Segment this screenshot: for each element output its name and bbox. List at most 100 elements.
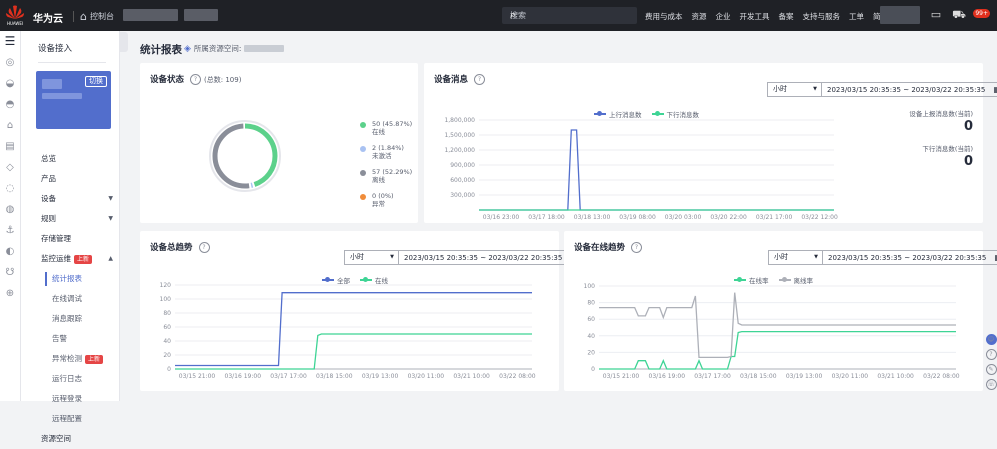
granularity-select[interactable]: 小时 ▼ bbox=[344, 250, 399, 265]
nav-enterprise[interactable]: 企业 bbox=[716, 11, 731, 22]
date-range-picker[interactable]: 2023/03/15 20:35:35 ~ 2023/03/22 20:35:3… bbox=[399, 250, 584, 265]
total-trend-chart: 0 20 40 60 80 100 120 03/15 21:00 03/16 19:00 03/… bbox=[160, 282, 536, 380]
sidebar-collapse-handle[interactable] bbox=[120, 32, 128, 52]
instance-card[interactable]: 切换 bbox=[36, 71, 111, 129]
legend-dot bbox=[360, 122, 366, 128]
y-tick-label: 900,000 bbox=[450, 162, 475, 169]
sidebar: 设备接入 切换 总览 产品 设备 ▼ 规则 ▼ 存储管理 监控运维 上新 ▲ 统计报表 在线调试 消息跟… bbox=[21, 31, 120, 443]
service-icon-9[interactable]: ⚓ bbox=[0, 220, 20, 241]
chat-icon[interactable]: ☏ bbox=[985, 379, 997, 390]
menu-icon[interactable]: ☰ bbox=[0, 31, 20, 52]
sidebar-item[interactable]: 远程配置 bbox=[21, 409, 119, 429]
legend-item[interactable]: 50 (45.87%) 在线 bbox=[360, 120, 412, 136]
sidebar-item[interactable]: 异常检测 上新 bbox=[21, 349, 119, 369]
region-selector[interactable] bbox=[123, 9, 178, 21]
help-icon[interactable]: ? bbox=[190, 74, 202, 85]
service-icon-1[interactable]: ◎ bbox=[0, 52, 20, 73]
sidebar-item[interactable]: 设备 ▼ bbox=[21, 189, 119, 209]
console-link[interactable]: ⌂ 控制台 bbox=[80, 10, 114, 23]
sidebar-item-label: 设备 bbox=[41, 194, 56, 203]
nav-filing[interactable]: 备案 bbox=[779, 11, 794, 22]
search-input[interactable]: 搜索 ⌕ bbox=[502, 7, 637, 24]
service-icon-12[interactable]: ⊕ bbox=[0, 283, 20, 304]
sidebar-item[interactable]: 存储管理 bbox=[21, 229, 119, 249]
cart-icon[interactable]: ⛟ bbox=[952, 8, 966, 23]
feedback-icon[interactable]: ✎ bbox=[985, 364, 997, 375]
legend-item[interactable]: 0 (0%) 异常 bbox=[360, 192, 412, 208]
nav-devtools[interactable]: 开发工具 bbox=[740, 11, 770, 22]
status-legend: 50 (45.87%) 在线 2 (1.84%) 未激活 57 (52.29%) 离线 0 … bbox=[360, 120, 412, 216]
sidebar-item[interactable]: 运行日志 bbox=[21, 369, 119, 389]
service-icon-5[interactable]: ▤ bbox=[0, 136, 20, 157]
granularity-select[interactable]: 小时 ▼ bbox=[767, 82, 822, 97]
x-tick-label: 03/19 08:00 bbox=[619, 214, 656, 221]
assistant-icon[interactable]: ☺ bbox=[985, 334, 997, 345]
y-tick-label: 100 bbox=[584, 283, 596, 290]
nav-resources[interactable]: 资源 bbox=[692, 11, 707, 22]
legend-item[interactable]: 57 (52.29%) 离线 bbox=[360, 168, 412, 184]
y-tick-label: 120 bbox=[160, 282, 172, 289]
sidebar-item[interactable]: 总览 bbox=[21, 149, 119, 169]
sidebar-item[interactable]: 统计报表 bbox=[21, 269, 119, 289]
y-tick-label: 20 bbox=[163, 352, 171, 359]
search-icon[interactable]: ⌕ bbox=[510, 8, 631, 22]
service-icon-11[interactable]: ☋ bbox=[0, 262, 20, 283]
sidebar-item[interactable]: 告警 bbox=[21, 329, 119, 349]
notification-badge: 99+ bbox=[973, 9, 990, 18]
x-tick-label: 03/17 18:00 bbox=[528, 214, 565, 221]
nav-tickets[interactable]: 工单 bbox=[849, 11, 864, 22]
service-icon-6[interactable]: ◇ bbox=[0, 157, 20, 178]
sidebar-item[interactable]: 监控运维 上新 ▲ bbox=[21, 249, 119, 269]
nav-cost[interactable]: 费用与成本 bbox=[645, 11, 683, 22]
service-icon-2[interactable]: ◒ bbox=[0, 73, 20, 94]
legend-item[interactable]: 2 (1.84%) 未激活 bbox=[360, 144, 412, 160]
service-icon-4[interactable]: ⌂ bbox=[0, 115, 20, 136]
card-title: 设备消息? bbox=[434, 73, 486, 85]
project-selector[interactable] bbox=[184, 9, 218, 21]
sidebar-item[interactable]: 产品 bbox=[21, 169, 119, 189]
x-tick-label: 03/18 15:00 bbox=[316, 373, 353, 380]
sidebar-item[interactable]: 远程登录 bbox=[21, 389, 119, 409]
service-icon-8[interactable]: ◍ bbox=[0, 199, 20, 220]
sidebar-item[interactable]: 资源空间 bbox=[21, 429, 119, 449]
notification-icon[interactable]: ✉99+ bbox=[973, 8, 991, 23]
legend-text: 50 (45.87%) 在线 bbox=[372, 120, 413, 136]
instance-switch-button[interactable]: 切换 bbox=[85, 76, 107, 87]
help-icon[interactable]: ? bbox=[474, 74, 486, 85]
card-title: 设备在线趋势? bbox=[574, 241, 643, 253]
console-label: 控制台 bbox=[89, 12, 114, 21]
y-tick-label: 40 bbox=[163, 338, 171, 345]
sidebar-item-label: 远程配置 bbox=[52, 414, 82, 423]
service-icon-7[interactable]: ◌ bbox=[0, 178, 20, 199]
help-icon[interactable]: ? bbox=[985, 349, 997, 360]
sidebar-item[interactable]: 规则 ▼ bbox=[21, 209, 119, 229]
nav-support[interactable]: 支持与服务 bbox=[803, 11, 841, 22]
message-icon[interactable]: ▭ bbox=[931, 8, 941, 23]
sidebar-item-label: 总览 bbox=[41, 154, 56, 163]
instance-name bbox=[42, 79, 62, 89]
service-icon-3[interactable]: ◓ bbox=[0, 94, 20, 115]
granularity-select[interactable]: 小时 ▼ bbox=[768, 250, 823, 265]
page-title: 统计报表 bbox=[140, 44, 182, 56]
brand-name[interactable]: 华为云 bbox=[33, 10, 63, 25]
region-label: 所属资源空间: bbox=[193, 44, 242, 53]
resource-space-filter[interactable]: ◈ 所属资源空间: bbox=[184, 43, 285, 54]
y-tick-label: 20 bbox=[587, 349, 595, 356]
user-account[interactable] bbox=[880, 6, 920, 24]
sidebar-item-label: 异常检测 bbox=[52, 354, 82, 363]
huawei-logo[interactable]: HUAWEI bbox=[4, 4, 26, 27]
sidebar-item[interactable]: 在线调试 bbox=[21, 289, 119, 309]
sidebar-item[interactable]: 消息跟踪 bbox=[21, 309, 119, 329]
x-tick-label: 03/21 10:00 bbox=[877, 373, 914, 380]
service-icon-10[interactable]: ◐ bbox=[0, 241, 20, 262]
y-tick-label: 1,500,000 bbox=[444, 132, 475, 139]
date-range-picker[interactable]: 2023/03/15 20:35:35 ~ 2023/03/22 20:35:3… bbox=[822, 82, 997, 97]
series-line-0 bbox=[599, 330, 956, 370]
y-tick-label: 600,000 bbox=[450, 177, 475, 184]
help-icon[interactable]: ? bbox=[631, 242, 643, 253]
help-icon[interactable]: ? bbox=[198, 242, 210, 253]
sidebar-nav: 总览 产品 设备 ▼ 规则 ▼ 存储管理 监控运维 上新 ▲ 统计报表 在线调试 消息跟踪 告警 异常检测上… bbox=[21, 149, 119, 449]
card-title: 设备总趋势? bbox=[150, 241, 210, 253]
chevron-down-icon: ▼ bbox=[108, 215, 113, 222]
date-range-picker[interactable]: 2023/03/15 20:35:35 ~ 2023/03/22 20:35:3… bbox=[823, 250, 997, 265]
